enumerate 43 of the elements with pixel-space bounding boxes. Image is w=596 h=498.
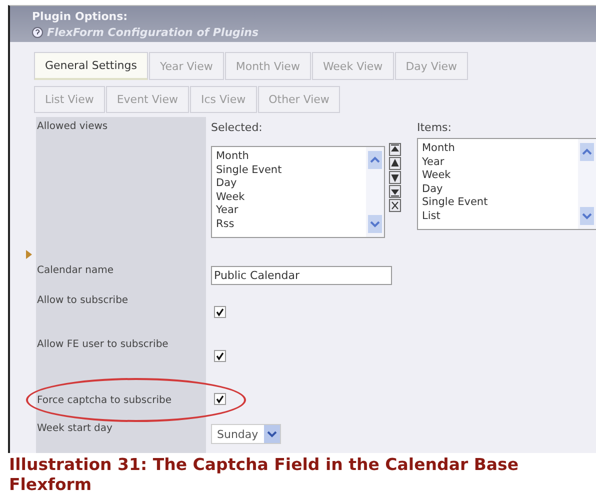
list-item[interactable]: Week xyxy=(422,169,574,182)
caret-icon xyxy=(264,425,280,443)
list-item[interactable]: Year xyxy=(216,204,362,218)
scroll-down-icon[interactable] xyxy=(580,207,594,225)
move-button-icon[interactable] xyxy=(389,171,401,184)
list-item[interactable]: List xyxy=(422,210,574,223)
field-label: Force captcha to subscribe xyxy=(37,395,172,406)
list-item[interactable]: Year xyxy=(422,156,574,169)
field-label: Allow to subscribe xyxy=(37,295,130,306)
move-button-icon[interactable] xyxy=(389,185,401,198)
scroll-up-icon[interactable] xyxy=(368,151,382,169)
help-icon[interactable] xyxy=(32,27,43,38)
list-item[interactable]: Day xyxy=(216,177,362,190)
expand-arrow-icon xyxy=(26,250,32,259)
panel-subtitle: FlexForm Configuration of Plugins xyxy=(47,26,259,39)
tab[interactable]: General Settings xyxy=(34,52,148,80)
checkbox[interactable] xyxy=(214,393,226,405)
panel-title: Plugin Options: xyxy=(32,10,129,23)
scroll-down-icon[interactable] xyxy=(368,215,382,233)
move-button-icon[interactable] xyxy=(389,199,401,212)
list-item[interactable]: Single Event xyxy=(216,164,362,177)
field-label: Allowed views xyxy=(37,121,109,132)
move-button-icon[interactable] xyxy=(389,143,401,156)
move-button-icon[interactable] xyxy=(389,157,401,170)
calendar-name-field[interactable]: Public Calendar xyxy=(211,266,392,285)
field-label: Calendar name xyxy=(37,265,115,276)
list-item[interactable]: Month xyxy=(422,142,574,156)
field-label: Week start day xyxy=(37,423,114,434)
checkbox[interactable] xyxy=(214,350,226,362)
checkbox[interactable] xyxy=(214,306,226,318)
list-item[interactable]: Single Event xyxy=(422,196,574,210)
list-item[interactable]: Month xyxy=(216,150,362,164)
week-start-dropdown[interactable]: Sunday xyxy=(211,424,282,444)
scroll-up-icon[interactable] xyxy=(580,143,594,161)
field-label: Allow FE user to subscribe xyxy=(37,339,170,350)
listbox[interactable]: Month Single Event Day Week Year Rss xyxy=(211,146,385,238)
list-item[interactable]: Day xyxy=(422,182,574,196)
selected-label: Selected: xyxy=(211,121,264,134)
items-label: Items: xyxy=(417,121,452,134)
list-item[interactable]: Rss xyxy=(216,218,362,231)
list-item[interactable]: Week xyxy=(216,190,362,204)
figure-caption: Illustration 31: The Captcha Field in the Calendar Base Flexform xyxy=(8,454,520,495)
listbox[interactable]: Month Year Week Day Single Event List xyxy=(417,138,596,230)
